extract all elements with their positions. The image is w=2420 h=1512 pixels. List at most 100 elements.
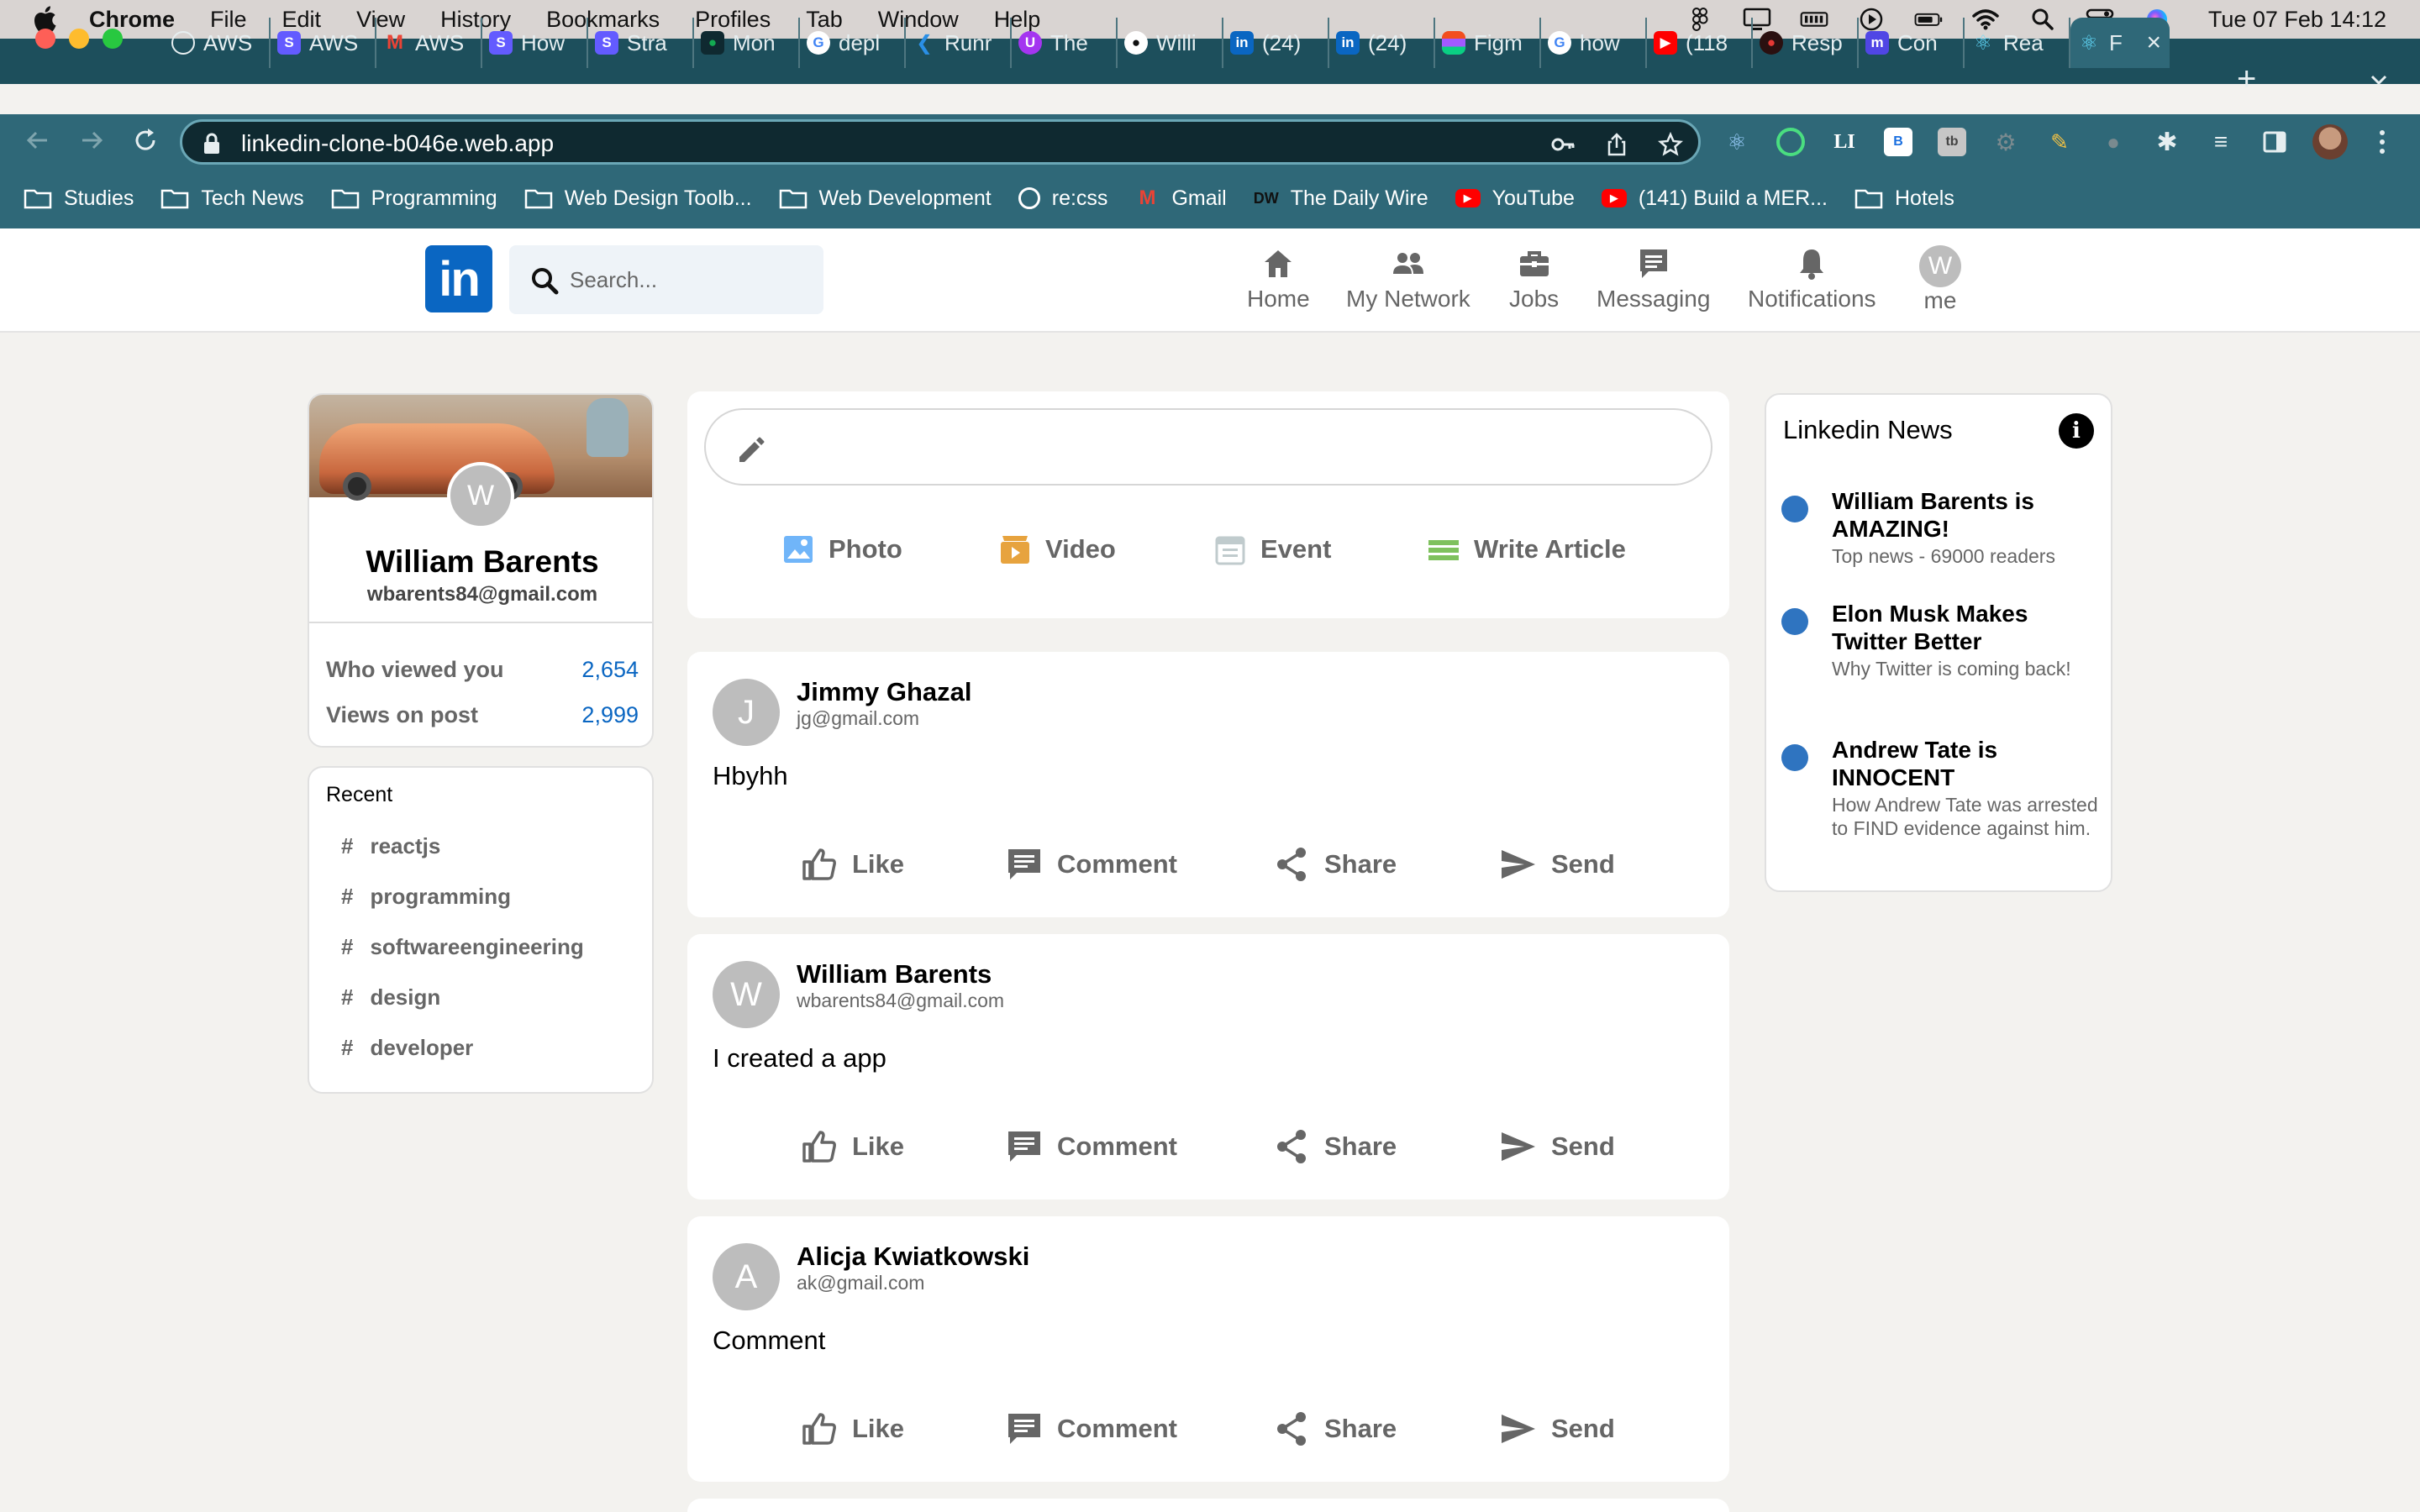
bookmark-star-icon[interactable] xyxy=(1658,132,1683,157)
stat-views-on-post[interactable]: Views on post 2,999 xyxy=(326,702,639,728)
extension-pencil-icon[interactable]: ✎ xyxy=(2045,128,2074,156)
key-icon[interactable] xyxy=(1550,132,1576,157)
post-avatar[interactable]: W xyxy=(713,961,780,1028)
bookmark-web-development[interactable]: Web Development xyxy=(779,186,992,211)
browser-tab[interactable]: m Con xyxy=(1859,18,1965,68)
like-button[interactable]: Like xyxy=(800,1399,904,1458)
browser-tab-active[interactable]: ⚛ F × xyxy=(2070,18,2170,68)
address-bar[interactable]: linkedin-clone-b046e.web.app xyxy=(180,119,1701,165)
bookmark-tech-news[interactable]: Tech News xyxy=(160,186,304,211)
address-bar-url[interactable]: linkedin-clone-b046e.web.app xyxy=(241,130,554,157)
recent-item-programming[interactable]: # programming xyxy=(341,884,511,910)
chrome-menu-icon[interactable] xyxy=(2378,129,2386,155)
browser-tab[interactable]: AWS xyxy=(165,18,271,68)
window-close-button[interactable] xyxy=(35,29,55,49)
tab-close-icon[interactable]: × xyxy=(2146,29,2161,57)
tab-search-chevron-icon[interactable] xyxy=(2370,71,2388,89)
reading-list-icon[interactable]: ≡ xyxy=(2207,128,2235,156)
browser-tab[interactable]: S Stra xyxy=(588,18,694,68)
comment-button[interactable]: Comment xyxy=(1005,1399,1177,1458)
send-button[interactable]: Send xyxy=(1499,835,1615,894)
browser-tab[interactable]: M AWS xyxy=(376,18,482,68)
news-article[interactable]: Andrew Tate is INNOCENT How Andrew Tate … xyxy=(1781,736,2104,870)
extensions-puzzle-icon[interactable]: ✱ xyxy=(2153,128,2181,156)
post-avatar[interactable]: J xyxy=(713,679,780,746)
recent-item-softwareengineering[interactable]: # softwareengineering xyxy=(341,934,584,960)
back-arrow-icon[interactable] xyxy=(24,126,52,155)
side-panel-icon[interactable] xyxy=(2260,128,2289,156)
extension-bitwarden-icon[interactable]: B xyxy=(1884,128,1912,156)
new-tab-button[interactable]: + xyxy=(2237,62,2256,96)
lock-icon[interactable] xyxy=(203,133,221,155)
post-avatar[interactable]: A xyxy=(713,1243,780,1310)
nav-jobs[interactable]: Jobs xyxy=(1509,245,1559,312)
extension-bottle-icon[interactable]: ● xyxy=(2099,128,2128,156)
nav-home[interactable]: Home xyxy=(1247,245,1310,312)
composer-input[interactable] xyxy=(781,415,1697,479)
browser-tab[interactable]: ❮ Runr xyxy=(906,18,1012,68)
extension-li-icon[interactable]: LI xyxy=(1830,128,1859,156)
composer-photo-button[interactable]: Photo xyxy=(781,533,902,566)
bookmark-daily-wire[interactable]: DW The Daily Wire xyxy=(1253,186,1428,211)
forward-arrow-icon[interactable] xyxy=(77,126,106,155)
browser-tab[interactable]: Figm xyxy=(1435,18,1541,68)
browser-tab[interactable]: ⚛ Rea xyxy=(1965,18,2070,68)
post-author[interactable]: William Barents xyxy=(797,959,992,990)
bookmark-gmail[interactable]: M Gmail xyxy=(1134,186,1226,211)
browser-tab[interactable]: ● Willi xyxy=(1118,18,1223,68)
profile-avatar[interactable] xyxy=(2312,124,2348,160)
composer-video-button[interactable]: Video xyxy=(998,533,1116,566)
news-article[interactable]: William Barents is AMAZING! Top news - 6… xyxy=(1781,487,2104,580)
reload-icon[interactable] xyxy=(131,126,160,155)
news-article[interactable]: Elon Musk Makes Twitter Better Why Twitt… xyxy=(1781,600,2104,709)
composer-event-button[interactable]: Event xyxy=(1213,533,1331,566)
menu-app-name[interactable]: Chrome xyxy=(89,7,175,33)
extension-tb-icon[interactable]: tb xyxy=(1938,128,1966,156)
bookmark-recss[interactable]: re:css xyxy=(1018,186,1107,211)
extension-ring-icon[interactable] xyxy=(1776,128,1805,156)
like-button[interactable]: Like xyxy=(800,1117,904,1176)
react-devtools-icon[interactable]: ⚛ xyxy=(1723,128,1751,156)
share-icon[interactable] xyxy=(1604,132,1629,157)
browser-tab[interactable]: Gdepl xyxy=(800,18,906,68)
recent-item-design[interactable]: # design xyxy=(341,984,440,1011)
recent-item-developer[interactable]: # developer xyxy=(341,1035,473,1061)
bookmark-studies[interactable]: Studies xyxy=(24,186,134,211)
browser-tab[interactable]: S How xyxy=(482,18,588,68)
nav-notifications[interactable]: Notifications xyxy=(1748,245,1876,312)
bookmark-programming[interactable]: Programming xyxy=(331,186,497,211)
nav-messaging[interactable]: Messaging xyxy=(1597,245,1710,312)
linkedin-logo[interactable]: in xyxy=(425,245,492,312)
bookmark-web-design[interactable]: Web Design Toolb... xyxy=(524,186,752,211)
post-author[interactable]: Jimmy Ghazal xyxy=(797,677,971,707)
info-icon[interactable]: i xyxy=(2059,413,2094,449)
window-zoom-button[interactable] xyxy=(103,29,123,49)
stat-who-viewed[interactable]: Who viewed you 2,654 xyxy=(326,657,639,683)
nav-me[interactable]: W me xyxy=(1919,245,1961,314)
bookmark-build-mern[interactable]: ▶ (141) Build a MER... xyxy=(1601,186,1828,211)
share-button[interactable]: Share xyxy=(1272,1117,1397,1176)
extension-gear-icon[interactable]: ⚙ xyxy=(1991,128,2020,156)
search-bar[interactable] xyxy=(509,245,823,314)
nav-my-network[interactable]: My Network xyxy=(1346,245,1470,312)
bookmark-youtube[interactable]: ▶ YouTube xyxy=(1455,186,1575,211)
send-button[interactable]: Send xyxy=(1499,1117,1615,1176)
like-button[interactable]: Like xyxy=(800,835,904,894)
menubar-clock[interactable]: Tue 07 Feb 14:12 xyxy=(2208,7,2386,33)
browser-tab[interactable]: Ghow xyxy=(1541,18,1647,68)
post-author[interactable]: Alicja Kwiatkowski xyxy=(797,1242,1029,1272)
browser-tab[interactable]: ● Resp xyxy=(1753,18,1859,68)
sidebar-avatar[interactable]: W xyxy=(447,462,514,529)
browser-tab[interactable]: ● Mon xyxy=(694,18,800,68)
bookmark-hotels[interactable]: Hotels xyxy=(1854,186,1954,211)
window-minimize-button[interactable] xyxy=(69,29,89,49)
browser-tab[interactable]: S AWS xyxy=(271,18,376,68)
composer-input-pill[interactable] xyxy=(704,408,1712,486)
browser-tab[interactable]: in (24) xyxy=(1329,18,1435,68)
share-button[interactable]: Share xyxy=(1272,835,1397,894)
share-button[interactable]: Share xyxy=(1272,1399,1397,1458)
browser-tab[interactable]: in (24) xyxy=(1223,18,1329,68)
comment-button[interactable]: Comment xyxy=(1005,1117,1177,1176)
browser-tab[interactable]: ▶ (118 xyxy=(1647,18,1753,68)
composer-article-button[interactable]: Write Article xyxy=(1427,533,1626,566)
